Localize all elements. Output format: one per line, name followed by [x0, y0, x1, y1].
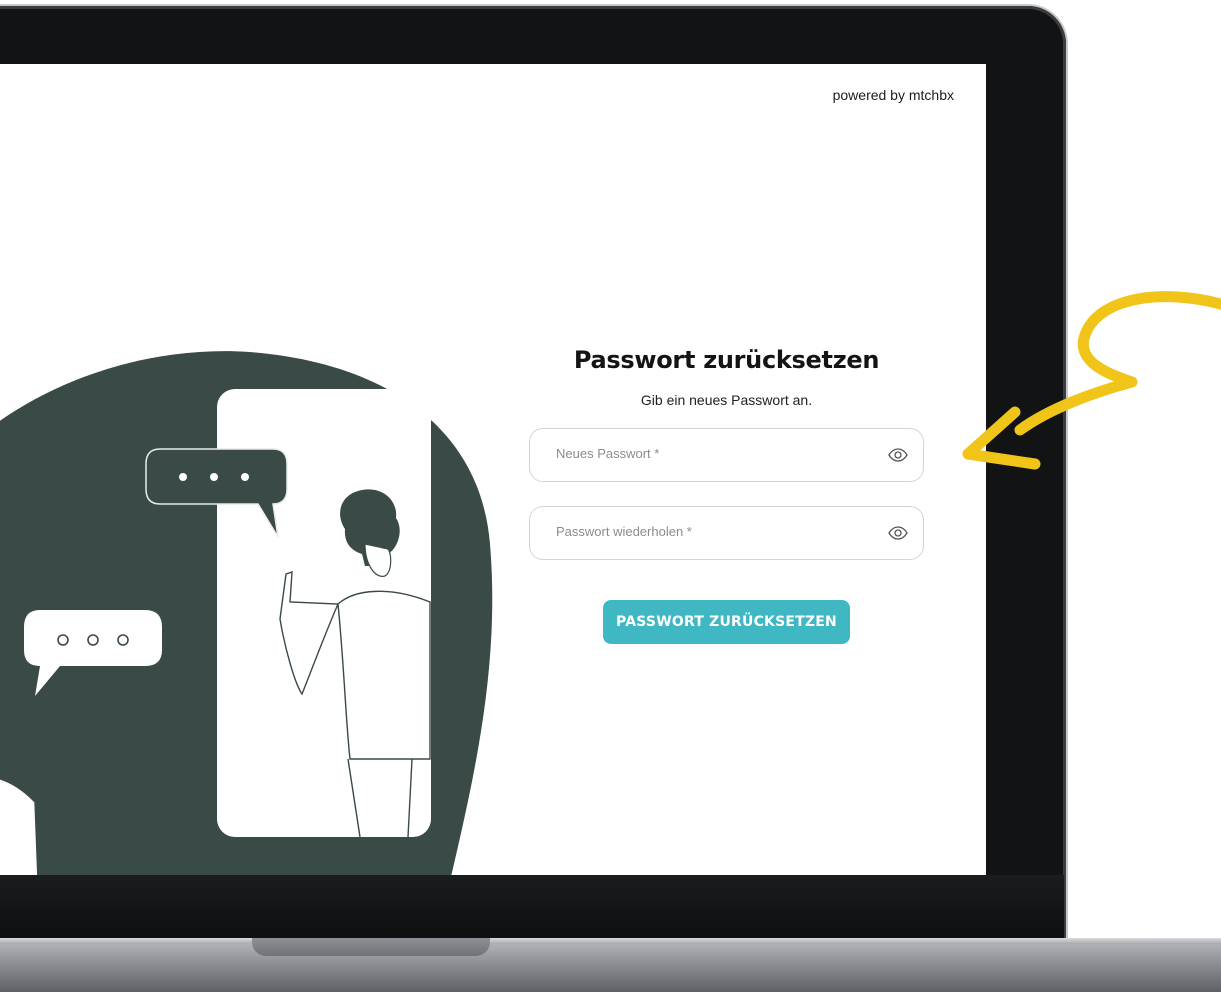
- laptop-bezel: [0, 875, 1064, 938]
- form-subtitle: Gib ein neues Passwort an.: [640, 392, 813, 408]
- repeat-password-input[interactable]: [554, 523, 878, 540]
- eye-icon[interactable]: [887, 446, 909, 464]
- new-password-input[interactable]: [554, 445, 878, 462]
- page-title: Passwort zurücksetzen: [573, 346, 880, 374]
- laptop-notch: [252, 938, 490, 956]
- laptop-base-edge: [0, 938, 1221, 944]
- browser-screen: powered by mtchbx Passwort zurücksetzen …: [0, 64, 986, 881]
- reset-password-button[interactable]: PASSWORT ZURÜCKSETZEN: [603, 600, 850, 644]
- chat-illustration: [0, 351, 493, 881]
- powered-by-label: powered by mtchbx: [832, 87, 954, 103]
- eye-icon[interactable]: [887, 524, 909, 542]
- repeat-password-field: [529, 506, 924, 560]
- laptop-base: [0, 938, 1221, 992]
- reset-password-form: Passwort zurücksetzen Gib ein neues Pass…: [529, 346, 924, 644]
- yellow-arrow-icon: [962, 291, 1221, 470]
- new-password-field: [529, 428, 924, 482]
- laptop-frame: powered by mtchbx Passwort zurücksetzen …: [0, 6, 1066, 938]
